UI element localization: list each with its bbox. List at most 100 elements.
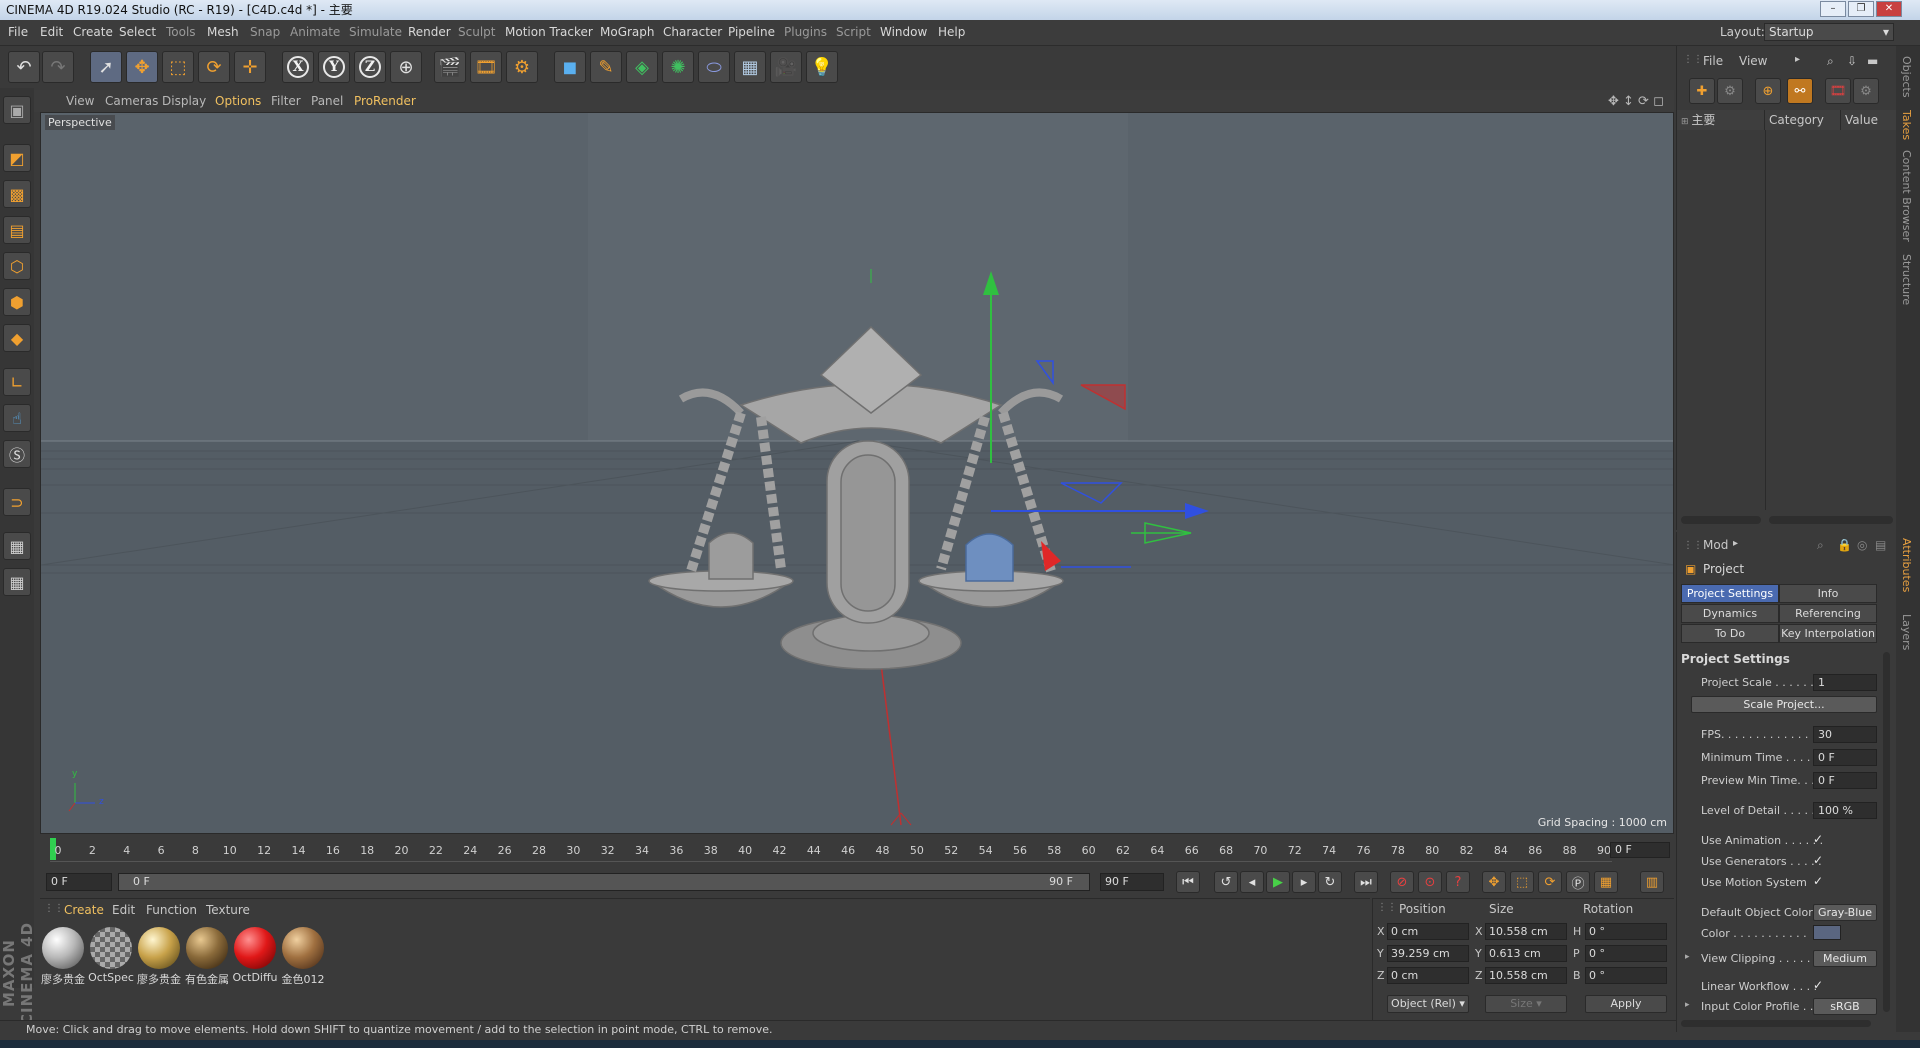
render-view-button[interactable]: 🎬 — [434, 51, 466, 83]
object-active-button[interactable]: ⚯ — [1787, 78, 1813, 104]
make-editable-button[interactable]: ▣ — [3, 96, 31, 124]
viewport-menu-view[interactable]: View — [66, 94, 94, 108]
snap-button[interactable]: ⊃ — [3, 488, 31, 516]
expand-arrow-icon[interactable]: ▸ — [1685, 1000, 1690, 1010]
solo-button[interactable]: Ⓢ — [3, 440, 31, 468]
tab-key-interpolation[interactable]: Key Interpolation — [1779, 624, 1877, 643]
menu-edit[interactable]: Edit — [40, 25, 63, 39]
previous-frame-button[interactable]: ◂ — [1240, 871, 1264, 893]
edges-mode-button[interactable]: ⬢ — [3, 288, 31, 316]
input-color-profile-select[interactable]: sRGB — [1813, 998, 1877, 1015]
material-swatch[interactable]: 廖多贵金 — [136, 925, 182, 987]
menu-mesh[interactable]: Mesh — [207, 25, 239, 39]
maximize-button[interactable]: ❐ — [1848, 1, 1874, 17]
points-mode-button[interactable]: ⬡ — [3, 252, 31, 280]
position-y-field[interactable]: 39.259 cm — [1387, 945, 1469, 962]
material-menu-create[interactable]: Create — [64, 903, 104, 917]
next-frame-button[interactable]: ▸ — [1292, 871, 1316, 893]
size-y-field[interactable]: 0.613 cm — [1485, 945, 1567, 962]
menu-arrow-icon[interactable]: ▸ — [1795, 54, 1800, 65]
panel-toggle-icon[interactable]: ▬ — [1867, 54, 1878, 68]
add-light-button[interactable]: 💡 — [806, 51, 838, 83]
new-view-icon[interactable]: ◎ — [1857, 538, 1867, 552]
use-generators-checkbox[interactable]: ✓ — [1813, 853, 1827, 867]
object-tag-button[interactable]: ⚙ — [1717, 78, 1743, 104]
add-spline-button[interactable]: ✎ — [590, 51, 622, 83]
menu-plugins[interactable]: Plugins — [784, 25, 827, 39]
position-x-field[interactable]: 0 cm — [1387, 923, 1469, 940]
rotate-tool-button[interactable]: ⟳ — [198, 51, 230, 83]
use-animation-checkbox[interactable]: ✓ — [1813, 832, 1827, 846]
menu-character[interactable]: Character — [663, 25, 722, 39]
size-x-field[interactable]: 10.558 cm — [1485, 923, 1567, 940]
object-filter-button[interactable]: ✚ — [1689, 78, 1715, 104]
go-to-start-button[interactable]: ⏮ — [1176, 871, 1200, 893]
preview-min-time-field[interactable]: 0 F — [1813, 772, 1877, 789]
material-swatch[interactable]: OctSpec — [88, 925, 134, 987]
tab-dynamics[interactable]: Dynamics — [1681, 604, 1779, 623]
add-array-button[interactable]: ✺ — [662, 51, 694, 83]
record-position-button[interactable]: ✥ — [1482, 871, 1506, 893]
minimize-button[interactable]: – — [1820, 1, 1846, 17]
polygons-mode-button[interactable]: ◆ — [3, 324, 31, 352]
rotation-p-field[interactable]: 0 ° — [1585, 945, 1667, 962]
menu-animate[interactable]: Animate — [290, 25, 340, 39]
level-of-detail-field[interactable]: 100 % — [1813, 802, 1877, 819]
menu-sculpt[interactable]: Sculpt — [458, 25, 495, 39]
horizontal-scrollbar[interactable] — [1681, 516, 1761, 524]
workplane-mode-button[interactable]: ▤ — [3, 216, 31, 244]
material-menu-texture[interactable]: Texture — [206, 903, 250, 917]
panel-grip-icon[interactable]: ⋮⋮ — [1683, 54, 1703, 65]
panel-grip-icon[interactable]: ⋮⋮ — [1377, 902, 1397, 913]
viewport-menu-cameras[interactable]: Cameras — [105, 94, 158, 108]
record-rotation-button[interactable]: ⟳ — [1538, 871, 1562, 893]
transform-tool-button[interactable]: ✛ — [234, 51, 266, 83]
lock-workplane-button[interactable]: ▦ — [3, 532, 31, 560]
menu-window[interactable]: Window — [880, 25, 927, 39]
menu-render[interactable]: Render — [408, 25, 451, 39]
move-tool-button[interactable]: ✥ — [126, 51, 158, 83]
scheme-button[interactable]: ▥ — [1640, 871, 1664, 893]
viewport-menu-options[interactable]: Options — [215, 94, 261, 108]
panel-toggle-icon[interactable]: ▤ — [1875, 538, 1886, 552]
expand-arrow-icon[interactable]: ▸ — [1685, 952, 1690, 962]
start-frame-field[interactable]: 0 F — [46, 873, 112, 891]
end-frame-field[interactable]: 90 F — [1100, 873, 1164, 891]
current-frame-field[interactable]: 0 F — [1610, 842, 1670, 858]
tab-layers[interactable]: Layers — [1900, 614, 1913, 650]
tweak-mode-button[interactable]: ☝ — [3, 404, 31, 432]
undo-button[interactable]: ↶ — [8, 51, 40, 83]
horizontal-scrollbar[interactable] — [1681, 1020, 1871, 1027]
apply-button[interactable]: Apply — [1585, 995, 1667, 1013]
close-button[interactable]: ✕ — [1876, 1, 1902, 17]
object-column-category[interactable]: Category — [1765, 110, 1841, 130]
next-key-button[interactable]: ↻ — [1318, 871, 1342, 893]
keyframe-selection-button[interactable]: ? — [1446, 871, 1470, 893]
menu-mograph[interactable]: MoGraph — [600, 25, 655, 39]
menu-tools[interactable]: Tools — [166, 25, 196, 39]
layout-select[interactable]: Startup ▾ — [1764, 23, 1894, 41]
search-icon[interactable]: ⌕ — [1817, 538, 1824, 553]
live-selection-button[interactable]: ➚ — [90, 51, 122, 83]
object-settings-button[interactable]: ⚙ — [1853, 78, 1879, 104]
menu-simulate[interactable]: Simulate — [349, 25, 402, 39]
coordinate-system-button[interactable]: ⊕ — [390, 51, 422, 83]
previous-key-button[interactable]: ↺ — [1214, 871, 1238, 893]
timeline-track[interactable]: 0 2 4 6 8 10 12 14 16 18 20 22 24 26 28 30 32 34 36 38 40 42 4… — [50, 838, 1612, 862]
position-z-field[interactable]: 0 cm — [1387, 967, 1469, 984]
rotation-b-field[interactable]: 0 ° — [1585, 967, 1667, 984]
x-axis-lock-button[interactable]: X — [282, 51, 314, 83]
viewport-navigate-icons[interactable]: ✥ ↕ ⟳ ◻ — [1608, 94, 1664, 109]
texture-mode-button[interactable]: ▩ — [3, 180, 31, 208]
material-swatch[interactable]: OctDiffu — [232, 925, 278, 987]
menu-snap[interactable]: Snap — [250, 25, 280, 39]
material-menu-edit[interactable]: Edit — [112, 903, 135, 917]
panel-grip-icon[interactable]: ⋮⋮ — [1683, 540, 1703, 551]
record-pla-button[interactable]: ▦ — [1594, 871, 1618, 893]
timeline-ruler[interactable]: 0 2 4 6 8 10 12 14 16 18 20 22 24 26 28 30 32 34 36 38 40 42 4… — [40, 834, 1674, 868]
go-to-end-button[interactable]: ⏭ — [1354, 871, 1378, 893]
material-swatch[interactable]: 有色金属 — [184, 925, 230, 987]
size-z-field[interactable]: 10.558 cm — [1485, 967, 1567, 984]
axis-mode-button[interactable]: ∟ — [3, 368, 31, 396]
redo-button[interactable]: ↷ — [42, 51, 74, 83]
